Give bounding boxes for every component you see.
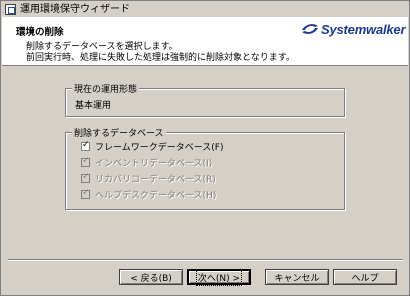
checkbox-inventory-db: インベントリデータベース(I) — [81, 156, 212, 169]
checkbox-recovery-db-label: リカバリコーデータベース(R) — [95, 175, 216, 185]
cancel-button-label: キャンセル — [274, 273, 320, 284]
delete-database-group: 削除するデータベース フレームワークデータベース(F) インベントリデータベース… — [65, 126, 345, 210]
checkbox-icon — [81, 172, 90, 183]
logo-mark-icon — [302, 24, 318, 34]
current-mode-value: 基本運用 — [75, 101, 112, 111]
wizard-header: 環境の削除 削除するデータベースを選択します。 前回実行時、処理に失敗した処理は… — [2, 17, 408, 66]
app-icon — [5, 4, 16, 15]
back-button-label: < 戻る(B) — [130, 273, 172, 284]
page-title: 環境の削除 — [16, 27, 64, 38]
next-button-label: 次へ(N) > — [195, 268, 243, 286]
checkbox-helpdesk-db: ヘルプデスクデータベース(H) — [81, 188, 216, 201]
checkbox-recovery-db: リカバリコーデータベース(R) — [81, 172, 216, 185]
checkbox-inventory-db-label: インベントリデータベース(I) — [95, 159, 213, 169]
next-button[interactable]: 次へ(N) > — [187, 268, 251, 286]
checkbox-icon[interactable] — [81, 140, 90, 151]
current-mode-group: 現在の運用形態 基本運用 — [65, 82, 345, 117]
logo-text: Systemwalker — [321, 21, 406, 37]
help-button[interactable]: ヘルプ — [333, 269, 397, 285]
cancel-button[interactable]: キャンセル — [265, 269, 329, 285]
window-title: 運用環境保守ウィザード — [20, 4, 130, 15]
checkbox-icon — [81, 156, 90, 167]
title-bar[interactable]: 運用環境保守ウィザード — [2, 2, 408, 17]
button-separator — [8, 259, 403, 261]
checkbox-icon — [81, 188, 90, 199]
delete-database-label: 削除するデータベース — [72, 126, 166, 139]
back-button[interactable]: < 戻る(B) — [119, 269, 183, 285]
systemwalker-logo: Systemwalker — [300, 20, 406, 38]
checkbox-framework-db-label: フレームワークデータベース(F) — [95, 143, 224, 153]
wizard-window: 運用環境保守ウィザード 環境の削除 削除するデータベースを選択します。 前回実行… — [0, 0, 410, 296]
checkbox-framework-db[interactable]: フレームワークデータベース(F) — [81, 140, 223, 153]
current-mode-label: 現在の運用形態 — [72, 82, 140, 95]
help-button-label: ヘルプ — [351, 273, 379, 284]
page-description-line2: 前回実行時、処理に失敗した処理は強制的に削除対象となります。 — [26, 53, 295, 63]
checkbox-helpdesk-db-label: ヘルプデスクデータベース(H) — [95, 191, 217, 201]
